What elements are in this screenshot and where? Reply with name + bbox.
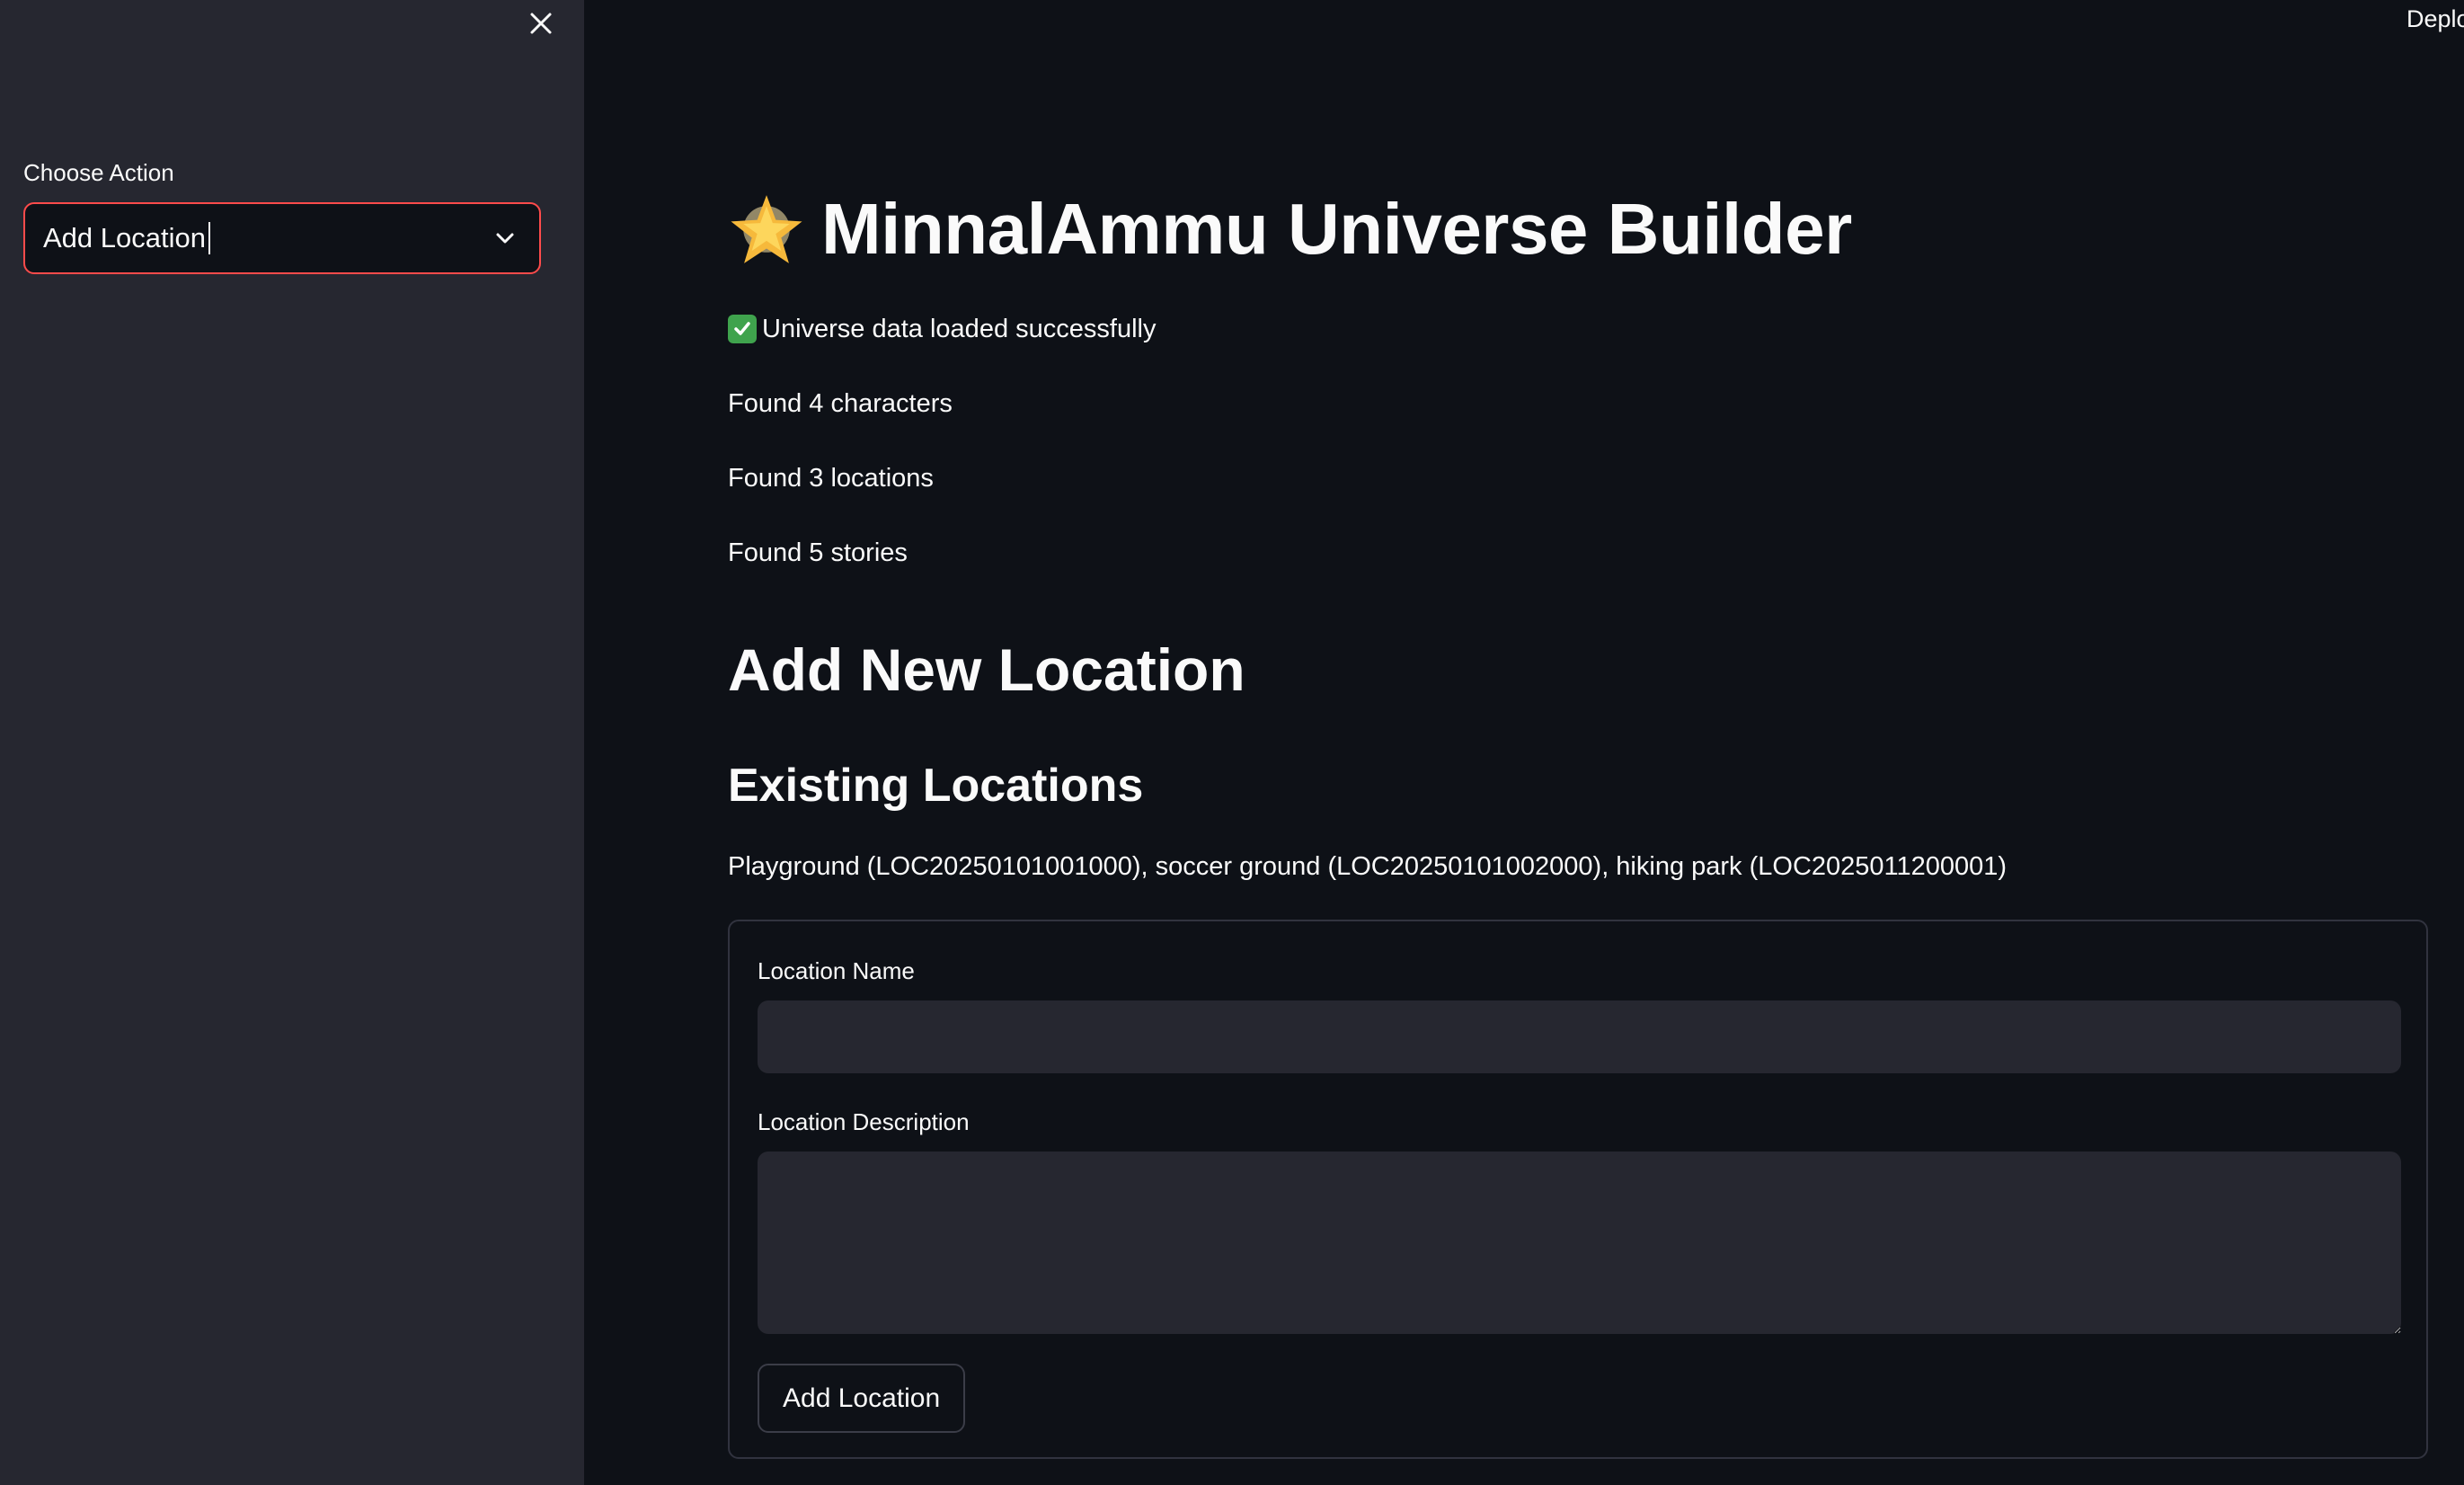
choose-action-label: Choose Action: [23, 159, 174, 186]
check-mark-icon: [728, 315, 757, 343]
main-content: MinnalAmmu Universe Builder Universe dat…: [728, 0, 2435, 1485]
close-sidebar-button[interactable]: [521, 4, 561, 43]
existing-locations-list: Playground (LOC20250101001000), soccer g…: [728, 852, 2008, 881]
location-description-textarea[interactable]: [758, 1152, 2401, 1334]
location-name-input[interactable]: [758, 1000, 2401, 1073]
add-location-form: Location Name Location Description Add L…: [728, 920, 2428, 1459]
choose-action-value: Add Location: [43, 222, 206, 253]
text-caret: [208, 222, 210, 254]
page-title-text: MinnalAmmu Universe Builder: [821, 189, 1852, 269]
characters-count: Found 4 characters: [728, 389, 953, 418]
location-description-label: Location Description: [758, 1108, 970, 1135]
existing-locations-title: Existing Locations: [728, 760, 1144, 812]
section-title: Add New Location: [728, 636, 1245, 703]
locations-count: Found 3 locations: [728, 464, 934, 493]
sidebar: Choose Action Add Location: [0, 0, 584, 1485]
stories-count: Found 5 stories: [728, 538, 908, 567]
chevron-down-icon[interactable]: [491, 224, 519, 253]
choose-action-select[interactable]: Add Location: [23, 202, 541, 274]
location-name-label: Location Name: [758, 957, 915, 984]
status-message: Universe data loaded successfully: [728, 311, 1156, 347]
page-title: MinnalAmmu Universe Builder: [728, 180, 1852, 279]
status-text: Universe data loaded successfully: [762, 315, 1157, 343]
add-location-button[interactable]: Add Location: [758, 1364, 966, 1433]
close-icon: [530, 13, 552, 34]
glowing-star-icon: [731, 195, 802, 263]
